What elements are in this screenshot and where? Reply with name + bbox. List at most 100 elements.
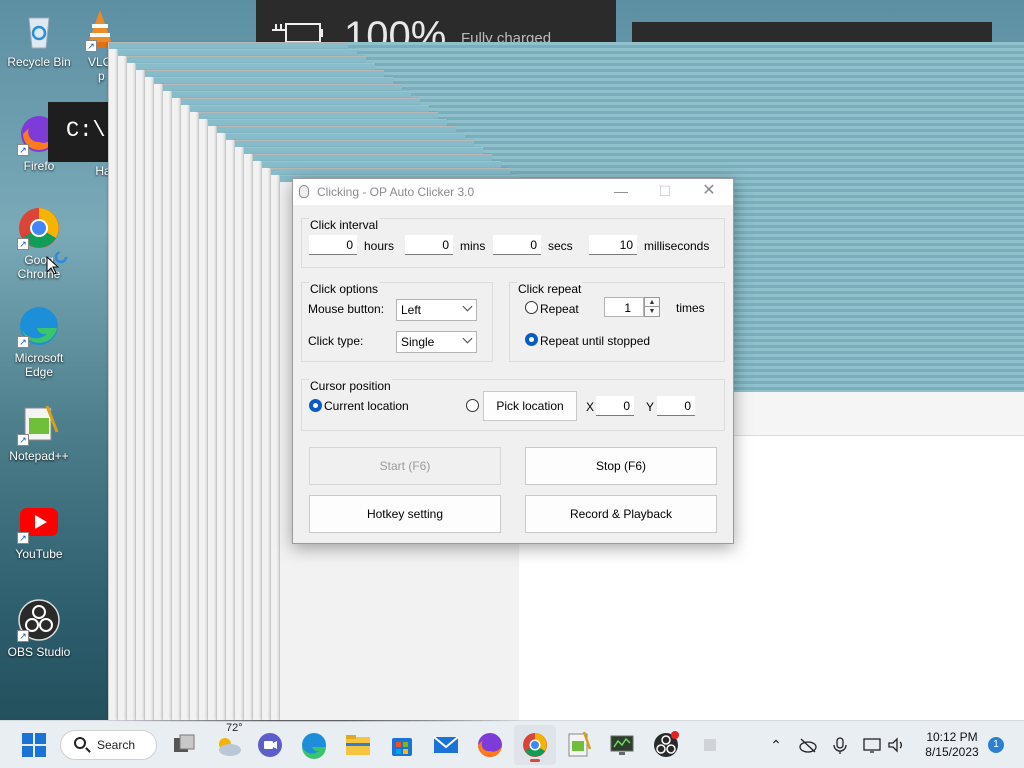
desktop-icon-obs[interactable]: ↗ OBS Studio (1, 598, 77, 659)
chrome-icon: ↗ (17, 206, 61, 250)
faded-app-icon[interactable] (694, 729, 726, 761)
clock-time: 10:12 PM (926, 730, 978, 744)
desktop-icon-edge[interactable]: ↗ Microsoft Edge (1, 304, 77, 379)
shortcut-arrow-icon: ↗ (85, 40, 97, 52)
title-bar[interactable]: Clicking - OP Auto Clicker 3.0 — ☐ ✕ (293, 179, 733, 205)
maximize-button[interactable]: ☐ (643, 179, 687, 205)
edge-taskbar-icon[interactable] (298, 729, 330, 761)
shortcut-arrow-icon: ↗ (17, 630, 29, 642)
youtube-icon: ↗ (17, 500, 61, 544)
search-label: Search (97, 738, 136, 752)
hotkey-setting-button[interactable]: Hotkey setting (309, 495, 501, 533)
stop-button[interactable]: Stop (F6) (525, 447, 717, 485)
repeat-until-stopped-radio[interactable] (525, 333, 538, 346)
window-title: Clicking - OP Auto Clicker 3.0 (317, 185, 475, 199)
click-repeat-group: Click repeat (509, 282, 725, 362)
current-location-radio[interactable] (309, 399, 322, 412)
recycle-bin-icon (17, 8, 61, 52)
show-hidden-icons-chevron-icon[interactable]: ⌃ (766, 735, 786, 755)
chevron-down-icon (462, 301, 473, 312)
battery-flyout: 100% Fully charged (256, 0, 616, 58)
obs-icon: ↗ (17, 598, 61, 642)
mins-input[interactable]: 0 (405, 235, 453, 255)
firefox-taskbar-icon[interactable] (474, 729, 506, 761)
desktop-icon-chrome[interactable]: ↗ Goog Chrome (1, 206, 77, 281)
microsoft-store-icon[interactable] (386, 729, 418, 761)
obs-taskbar-icon[interactable] (650, 729, 682, 761)
mouse-button-select[interactable]: Left (396, 299, 477, 321)
secs-label: secs (548, 239, 573, 253)
network-icon[interactable] (862, 735, 882, 755)
milliseconds-label: milliseconds (644, 239, 710, 253)
repeat-until-stopped-label: Repeat until stopped (540, 334, 651, 348)
pick-location-radio[interactable] (466, 399, 479, 412)
milliseconds-input[interactable]: 10 (589, 235, 637, 255)
desktop-icon-youtube[interactable]: ↗ YouTube (1, 500, 77, 561)
click-interval-label: Click interval (309, 218, 380, 232)
y-label: Y (646, 400, 655, 414)
monitor-app-icon[interactable] (606, 729, 638, 761)
cmd-prompt-text: C:\ (66, 118, 106, 143)
taskbar: Search 72° ⌃ 10:12 PM 8/15/2023 1 (0, 720, 1024, 768)
click-type-value: Single (401, 335, 435, 349)
secs-input[interactable]: 0 (493, 235, 541, 255)
click-type-select[interactable]: Single (396, 331, 477, 353)
desktop-icon-recycle-bin[interactable]: Recycle Bin (1, 8, 77, 69)
spin-down-icon[interactable]: ▼ (645, 307, 659, 316)
weather-temp: 72° (226, 722, 243, 734)
minimize-button[interactable]: — (599, 179, 643, 205)
task-view-icon[interactable] (168, 729, 200, 761)
repeat-label: Repeat (540, 302, 579, 316)
x-label: X (586, 400, 595, 414)
click-options-label: Click options (309, 282, 380, 296)
command-prompt-window[interactable]: C:\ (48, 102, 112, 162)
shortcut-arrow-icon: ↗ (17, 144, 29, 156)
start-button[interactable]: Start (F6) (309, 447, 501, 485)
onedrive-cloud-icon[interactable] (798, 735, 818, 755)
auto-clicker-window[interactable]: Clicking - OP Auto Clicker 3.0 — ☐ ✕ Cli… (292, 178, 734, 544)
microphone-icon[interactable] (830, 735, 850, 755)
edge-icon: ↗ (17, 304, 61, 348)
x-coordinate-input[interactable]: 0 (596, 396, 634, 416)
chevron-down-icon (462, 333, 473, 344)
chrome-taskbar-button[interactable] (514, 725, 556, 765)
file-explorer-icon[interactable] (342, 729, 374, 761)
taskbar-search[interactable]: Search (60, 730, 157, 760)
mouse-app-icon (299, 185, 309, 198)
spin-up-icon[interactable]: ▲ (645, 298, 659, 307)
current-location-label: Current location (324, 399, 409, 413)
repeat-count-input[interactable]: 1 (604, 297, 644, 317)
mins-label: mins (460, 239, 486, 253)
notification-badge[interactable]: 1 (988, 737, 1004, 753)
shortcut-arrow-icon: ↗ (17, 532, 29, 544)
click-repeat-label: Click repeat (517, 282, 583, 296)
desktop-icon-notepadpp[interactable]: ↗ Notepad++ (1, 402, 77, 463)
y-coordinate-input[interactable]: 0 (657, 396, 695, 416)
search-icon (74, 737, 86, 749)
shortcut-arrow-icon: ↗ (17, 336, 29, 348)
active-indicator (530, 759, 540, 762)
notepadpp-taskbar-icon[interactable] (562, 729, 594, 761)
notepadpp-icon: ↗ (17, 402, 61, 446)
chrome-taskbar-icon (523, 733, 547, 757)
repeat-count-spinner[interactable]: ▲ ▼ (644, 297, 660, 317)
shortcut-arrow-icon: ↗ (17, 434, 29, 446)
volume-icon[interactable] (886, 735, 906, 755)
close-button[interactable]: ✕ (687, 179, 731, 205)
weather-widget[interactable]: 72° (212, 722, 244, 761)
pick-location-button[interactable]: Pick location (483, 391, 577, 421)
cursor-position-label: Cursor position (309, 379, 392, 393)
repeat-radio[interactable] (525, 301, 538, 314)
shortcut-arrow-icon: ↗ (17, 238, 29, 250)
teams-chat-icon[interactable] (254, 729, 286, 761)
mail-icon[interactable] (430, 729, 462, 761)
times-label: times (676, 301, 705, 315)
record-playback-button[interactable]: Record & Playback (525, 495, 717, 533)
start-windows-icon[interactable] (18, 729, 50, 761)
system-clock[interactable]: 10:12 PM 8/15/2023 (916, 730, 988, 760)
mouse-button-label: Mouse button: (308, 302, 385, 316)
hours-label: hours (364, 239, 395, 253)
hours-input[interactable]: 0 (309, 235, 357, 255)
battery-charging-icon (272, 23, 323, 43)
click-type-label: Click type: (308, 334, 364, 348)
